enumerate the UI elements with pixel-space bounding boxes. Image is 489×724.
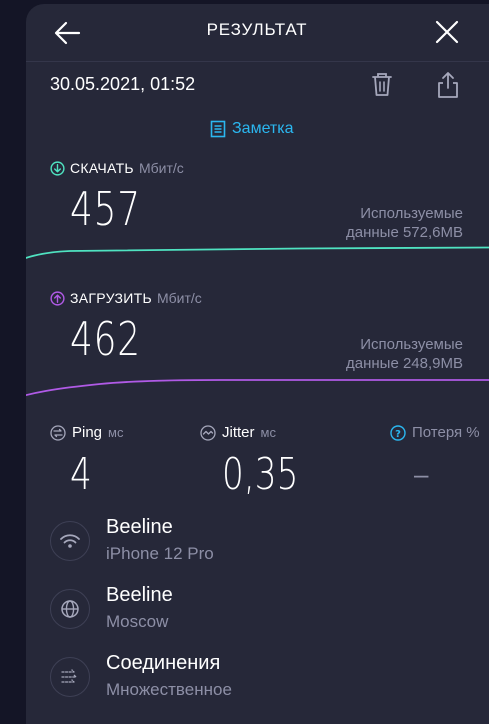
provider-name: Beeline xyxy=(106,516,173,538)
share-icon[interactable] xyxy=(436,70,460,100)
download-unit: Мбит/с xyxy=(138,160,184,176)
note-label: Заметка xyxy=(232,120,294,137)
header: РЕЗУЛЬТАТ xyxy=(26,4,489,60)
help-icon[interactable]: ? xyxy=(390,424,406,441)
jitter-label: Jitter xyxy=(222,424,255,441)
connections-row: Соединения Множественное xyxy=(50,652,489,712)
download-label: СКАЧАТЬ xyxy=(70,160,134,176)
close-icon[interactable] xyxy=(434,19,460,45)
download-graph xyxy=(26,246,489,259)
header-divider xyxy=(26,61,489,62)
note-icon xyxy=(210,120,226,138)
note-button[interactable]: Заметка xyxy=(210,118,294,140)
ping-icon xyxy=(50,424,66,441)
upload-header: ЗАГРУЗИТЬ Мбит/с xyxy=(50,290,202,306)
provider-device: iPhone 12 Pro xyxy=(106,544,214,563)
upload-label: ЗАГРУЗИТЬ xyxy=(70,290,152,306)
upload-graph xyxy=(26,379,489,397)
download-value: 457 xyxy=(70,182,141,236)
loss-header[interactable]: ? Потеря % xyxy=(390,424,480,441)
jitter-header: Jitter мс xyxy=(200,424,276,441)
upload-value: 462 xyxy=(70,312,141,366)
download-data-used: Используемые данные 572,6MB xyxy=(346,204,463,242)
result-card: РЕЗУЛЬТАТ 30.05.2021, 01:52 Заметка СКАЧ… xyxy=(26,4,489,724)
connections-title: Соединения xyxy=(106,652,221,674)
page-title: РЕЗУЛЬТАТ xyxy=(206,20,308,39)
ping-header: Ping мс xyxy=(50,424,123,441)
connections-mode: Множественное xyxy=(106,680,232,699)
trash-icon[interactable] xyxy=(370,70,394,100)
upload-data-used: Используемые данные 248,9MB xyxy=(346,335,463,373)
connections-icon xyxy=(50,657,90,697)
provider-row: Beeline iPhone 12 Pro xyxy=(50,516,489,576)
download-used-line1: Используемые xyxy=(360,205,463,222)
upload-used-line1: Используемые xyxy=(360,336,463,353)
ping-unit: мс xyxy=(108,425,124,440)
download-arrow-icon xyxy=(50,160,65,176)
ping-label: Ping xyxy=(72,424,103,441)
server-row: Beeline Moscow xyxy=(50,584,489,644)
upload-arrow-icon xyxy=(50,290,65,306)
wifi-icon xyxy=(50,521,90,561)
result-datetime: 30.05.2021, 01:52 xyxy=(50,74,196,94)
download-header: СКАЧАТЬ Мбит/с xyxy=(50,160,184,176)
loss-label: Потеря % xyxy=(412,424,480,441)
upload-unit: Мбит/с xyxy=(156,290,202,306)
jitter-value: 0,35 xyxy=(222,449,299,500)
svg-text:?: ? xyxy=(395,429,401,440)
jitter-icon xyxy=(200,424,216,441)
server-location: Moscow xyxy=(106,612,169,631)
server-name: Beeline xyxy=(106,584,173,606)
ping-value: 4 xyxy=(70,449,92,500)
loss-value: – xyxy=(414,459,429,489)
globe-icon xyxy=(50,589,90,629)
jitter-unit: мс xyxy=(260,425,276,440)
